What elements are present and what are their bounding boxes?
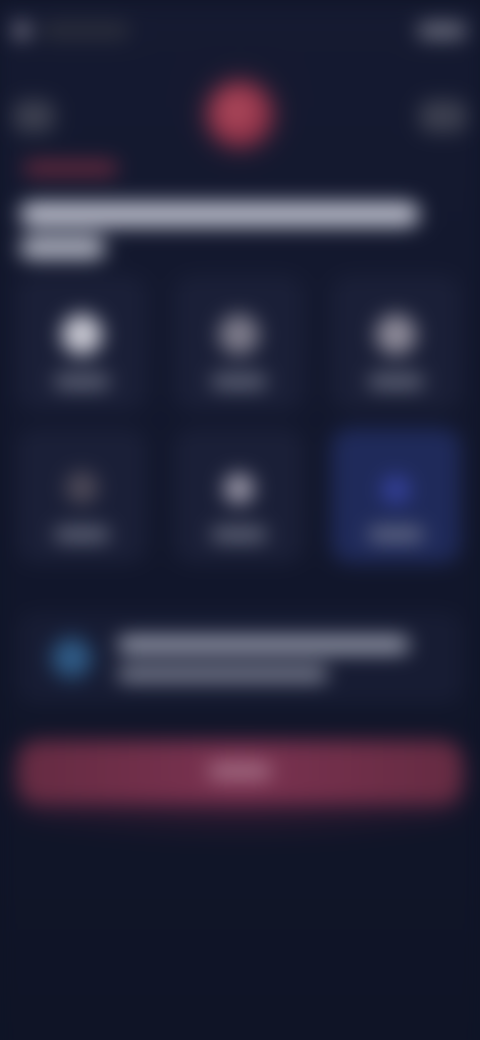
user-icon [381,475,411,504]
option-label [368,375,424,388]
back-button[interactable] [13,99,55,133]
option-label [54,375,110,388]
option-tile[interactable] [17,275,147,411]
option-tile[interactable] [17,428,147,564]
time-label [417,22,467,39]
option-tile[interactable] [174,428,304,564]
option-grid [17,275,463,591]
option-label [211,528,267,541]
selected-option-tile[interactable] [331,428,461,564]
info-line-1 [117,636,410,653]
eyebrow-text [23,161,118,176]
info-icon [52,638,92,678]
info-card [17,612,463,704]
option-tile[interactable] [331,275,461,411]
user-icon [65,471,99,504]
headline-line-1 [19,201,420,227]
option-label [54,528,110,541]
settings-icon [13,22,30,39]
top-navigation [13,81,467,153]
status-label [40,21,130,40]
user-icon [375,314,417,355]
info-line-2 [117,667,328,682]
headline-line-2 [19,236,106,260]
blurred-ui-page [0,0,480,1040]
status-bar [13,16,467,45]
user-icon [223,473,255,504]
bottom-glow [0,775,480,847]
user-icon [218,314,260,355]
menu-button[interactable] [419,99,467,133]
status-left-group [13,21,130,40]
profile-icon [207,81,273,147]
circle-icon [61,314,103,355]
option-tile[interactable] [174,275,304,411]
option-label [211,375,267,388]
option-label [368,528,424,541]
